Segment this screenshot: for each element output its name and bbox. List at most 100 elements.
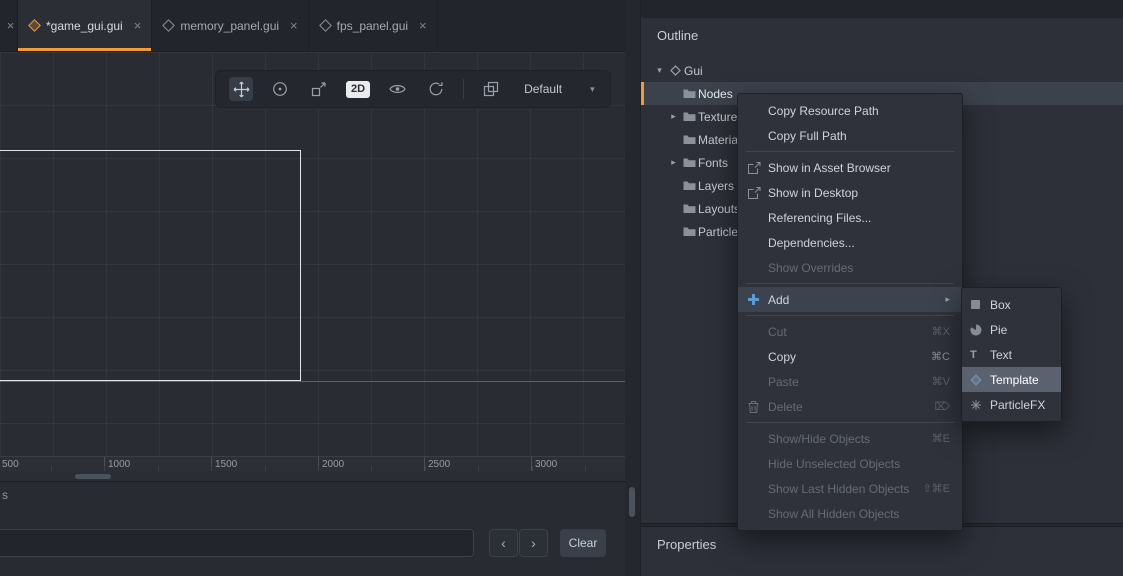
realtime-update-button[interactable] (424, 77, 448, 101)
shortcut-label: ⇧⌘E (922, 482, 950, 495)
2d-mode-label: 2D (346, 81, 370, 98)
folder-icon (680, 203, 698, 214)
tab-memory-panel-gui[interactable]: memory_panel.gui × (152, 0, 308, 51)
menu-item-copy-full-path[interactable]: Copy Full Path (738, 123, 962, 148)
layout-frames-button[interactable] (479, 77, 503, 101)
ruler: 50010001500200025003000 (0, 456, 625, 471)
clear-button[interactable]: Clear (560, 529, 606, 557)
menu-item-label: Pie (990, 323, 1049, 337)
menu-item-label: Show All Hidden Objects (768, 507, 950, 521)
shortcut-label: ⌘C (931, 350, 950, 363)
outline-item-label: Fonts (698, 156, 728, 170)
menu-item-label: Box (990, 298, 1049, 312)
mode-2d-toggle[interactable]: 2D (346, 77, 370, 101)
menu-item-label: ParticleFX (990, 398, 1049, 412)
collapse-icon[interactable]: ▾ (653, 65, 666, 76)
rotate-tool-button[interactable] (268, 77, 292, 101)
move-icon (233, 81, 250, 98)
properties-title: Properties (657, 537, 716, 552)
panel-top-strip (641, 0, 1123, 18)
menu-item-delete: Delete⌦ (738, 394, 962, 419)
menu-item-copy-resource-path[interactable]: Copy Resource Path (738, 98, 962, 123)
menu-item-copy[interactable]: Copy⌘C (738, 344, 962, 369)
move-tool-button[interactable] (229, 77, 253, 101)
ruler-label: 1500 (215, 459, 237, 470)
tab-label: memory_panel.gui (180, 19, 279, 33)
menu-item-show-all-hidden-objects: Show All Hidden Objects (738, 501, 962, 526)
outline-header: Outline (641, 18, 1123, 52)
tab-fps-panel-gui[interactable]: fps_panel.gui× (309, 0, 438, 51)
hscroll-thumb[interactable] (75, 474, 111, 479)
menu-item-show-in-asset-browser[interactable]: Show in Asset Browser (738, 155, 962, 180)
scale-tool-button[interactable] (307, 77, 331, 101)
menu-item-label: Hide Unselected Objects (768, 457, 950, 471)
template-icon (970, 374, 990, 386)
outline-item-label: Nodes (698, 87, 733, 101)
tab-strip: × *game_gui.gui×memory_panel.gui×fps_pan… (0, 0, 625, 52)
menu-item-label: Show/Hide Objects (768, 432, 920, 446)
eye-icon (389, 83, 406, 95)
console-filter-input[interactable] (0, 529, 474, 557)
pie-icon (970, 324, 990, 336)
gui-file-icon (319, 19, 332, 32)
close-icon[interactable]: × (134, 19, 142, 32)
ruler-label: 3000 (535, 459, 557, 470)
add-submenu: Box Pie TTextTemplate ParticleFX (961, 287, 1062, 422)
close-icon[interactable]: × (419, 19, 427, 32)
close-icon[interactable]: × (7, 19, 15, 32)
menu-item-pie[interactable]: Pie (962, 317, 1061, 342)
hscroll-track (0, 471, 625, 481)
folder-icon (680, 226, 698, 237)
menu-item-show-last-hidden-objects: Show Last Hidden Objects⇧⌘E (738, 476, 962, 501)
menu-separator (746, 422, 954, 423)
tab-label: *game_gui.gui (46, 19, 123, 33)
menu-item-text[interactable]: TText (962, 342, 1061, 367)
next-match-button[interactable]: › (519, 529, 548, 557)
submenu-arrow-icon: ▸ (945, 294, 950, 305)
outline-title: Outline (657, 28, 698, 43)
menu-item-show-hide-objects: Show/Hide Objects⌘E (738, 426, 962, 451)
menu-separator (746, 151, 954, 152)
menu-item-dependencies[interactable]: Dependencies... (738, 230, 962, 255)
menu-item-box[interactable]: Box (962, 292, 1061, 317)
chevron-left-icon: ‹ (501, 536, 506, 550)
gui-editor-window: × *game_gui.gui×memory_panel.gui×fps_pan… (0, 0, 1123, 576)
menu-item-hide-unselected-objects: Hide Unselected Objects (738, 451, 962, 476)
menu-item-referencing-files[interactable]: Referencing Files... (738, 205, 962, 230)
gui-bounds-rect (0, 150, 301, 381)
folder-icon (680, 134, 698, 145)
splitter-handle[interactable] (629, 487, 635, 517)
ruler-label: 500 (2, 459, 19, 470)
gui-icon (666, 65, 684, 76)
menu-separator (746, 315, 954, 316)
folder-icon (680, 157, 698, 168)
scene-editor-canvas[interactable]: 2D Default ▾ 50010001500200025003000 (0, 52, 625, 471)
menu-item-template[interactable]: Template (962, 367, 1061, 392)
ruler-label: 2000 (322, 459, 344, 470)
menu-item-show-in-desktop[interactable]: Show in Desktop (738, 180, 962, 205)
menu-item-label: Text (990, 348, 1049, 362)
menu-separator (746, 283, 954, 284)
menu-item-add[interactable]: Add▸ (738, 287, 962, 312)
rotate-icon (272, 81, 288, 97)
camera-profile-dropdown[interactable]: Default ▾ (518, 78, 601, 100)
menu-item-particlefx[interactable]: ParticleFX (962, 392, 1061, 417)
outline-item-gui[interactable]: ▾Gui (641, 59, 1123, 82)
overlapping-frames-icon (483, 81, 499, 97)
visibility-filter-button[interactable] (385, 77, 409, 101)
shortcut-label: ⌘V (932, 375, 950, 388)
ruler-label: 1000 (108, 459, 130, 470)
tab-game-gui-gui[interactable]: *game_gui.gui × (18, 0, 152, 51)
scale-icon (311, 81, 327, 97)
close-icon[interactable]: × (290, 19, 298, 32)
trash-icon (748, 401, 768, 413)
prev-match-button[interactable]: ‹ (489, 529, 518, 557)
tab-partial[interactable]: × (0, 0, 18, 51)
context-menu: Copy Resource PathCopy Full Path Show in … (737, 93, 963, 531)
gui-file-icon (162, 19, 175, 32)
expand-icon[interactable]: ▸ (667, 157, 680, 168)
expand-icon[interactable]: ▸ (667, 111, 680, 122)
menu-item-label: Dependencies... (768, 236, 950, 250)
panel-splitter[interactable] (625, 0, 640, 576)
particlefx-icon (970, 399, 990, 411)
